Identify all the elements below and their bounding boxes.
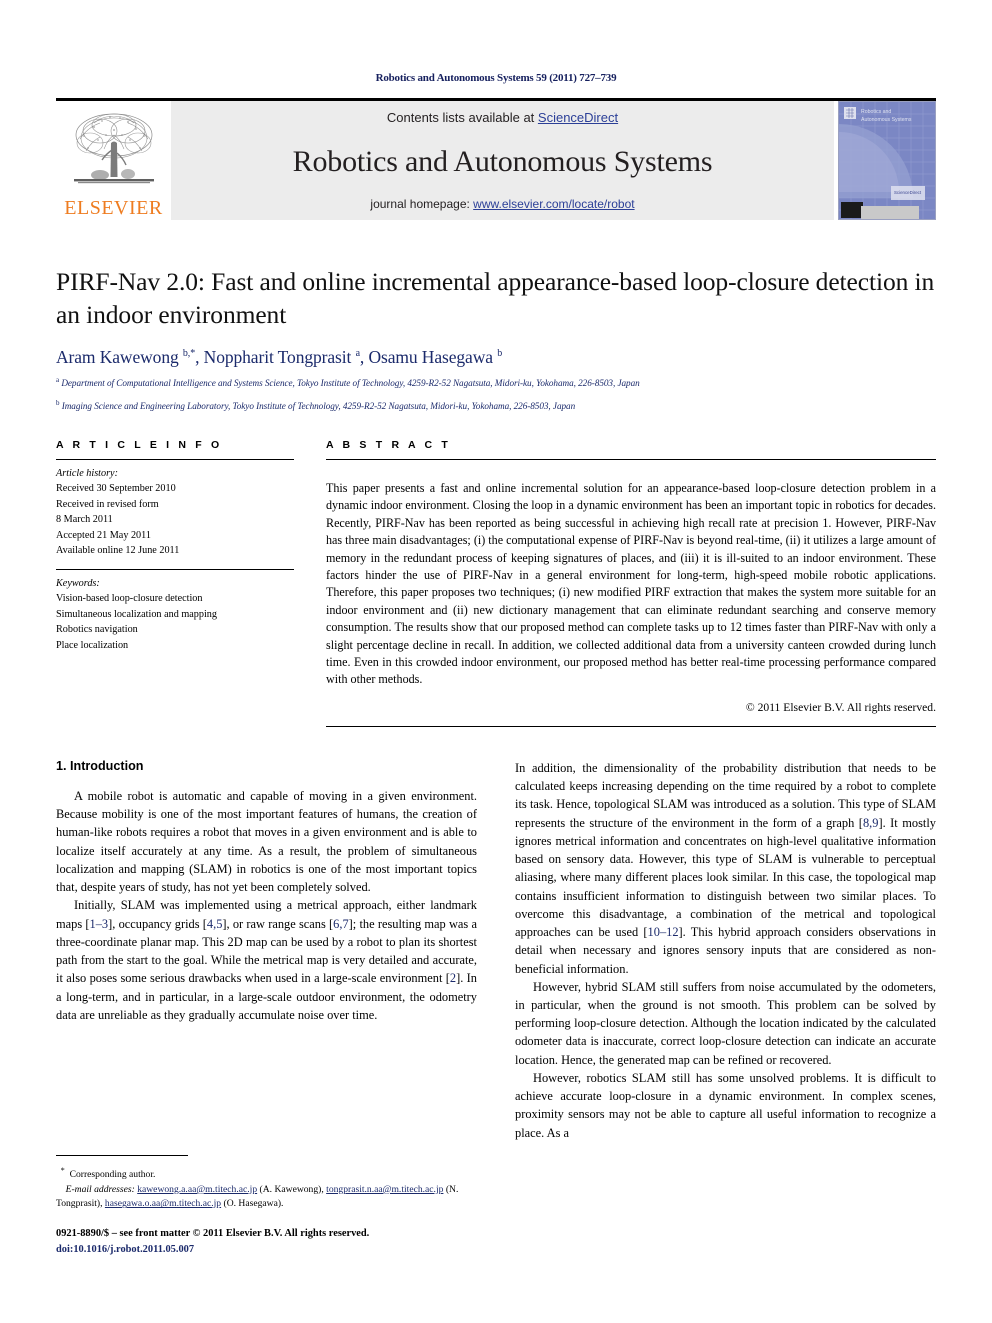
affiliation-marker-b: b — [56, 398, 60, 407]
body-column-right: In addition, the dimensionality of the p… — [515, 759, 936, 1142]
footnote-rule — [56, 1155, 188, 1156]
para-text: ], or raw range scans [ — [222, 916, 334, 931]
title-block: PIRF-Nav 2.0: Fast and online incrementa… — [56, 266, 936, 413]
body-columns: 1. Introduction A mobile robot is automa… — [56, 759, 936, 1142]
paragraph: Initially, SLAM was implemented using a … — [56, 896, 477, 1024]
para-text: ]. It mostly ignores metrical informatio… — [515, 815, 936, 940]
abstract-heading: A B S T R A C T — [326, 438, 451, 451]
paragraph: However, hybrid SLAM still suffers from … — [515, 979, 936, 1067]
affiliation-a-text: Department of Computational Intelligence… — [61, 378, 640, 389]
email-owner-3: (O. Hasegawa). — [223, 1198, 284, 1210]
running-head: Robotics and Autonomous Systems 59 (2011… — [375, 72, 617, 84]
keywords-block: Keywords: Vision-based loop-closure dete… — [56, 570, 294, 654]
citation-ref[interactable]: 10–12 — [648, 925, 679, 939]
article-info-heading: A R T I C L E I N F O — [56, 438, 223, 451]
footnote-block: * Corresponding author. E-mail addresses… — [56, 1155, 462, 1257]
issn-block: 0921-8890/$ – see front matter © 2011 El… — [56, 1226, 462, 1257]
svg-text:ScienceDirect: ScienceDirect — [894, 190, 922, 195]
citation-ref[interactable]: 6,7 — [333, 917, 349, 931]
paper-page: Robotics and Autonomous Systems 59 (2011… — [0, 0, 992, 1323]
article-history-label: Article history: — [56, 467, 118, 479]
svg-text:Autonomous Systems: Autonomous Systems — [861, 117, 912, 123]
abstract-rule — [326, 458, 936, 460]
history-item: 8 March 2011 — [56, 514, 113, 526]
keyword-item: Place localization — [56, 639, 129, 651]
abstract-bottom-rule — [326, 725, 936, 727]
body-column-left: 1. Introduction A mobile robot is automa… — [56, 759, 477, 1142]
journal-homepage-label: journal homepage: — [370, 197, 474, 211]
email-owner-1: (A. Kawewong), — [259, 1183, 324, 1195]
email-link-3[interactable]: hasegawa.o.aa@m.titech.ac.jp — [105, 1198, 221, 1209]
page-title: PIRF-Nav 2.0: Fast and online incrementa… — [56, 267, 935, 329]
elsevier-tree-icon — [64, 105, 164, 197]
history-item: Accepted 21 May 2011 — [56, 529, 151, 541]
masthead-center: Contents lists available at ScienceDirec… — [171, 101, 834, 220]
citation-ref[interactable]: 4,5 — [207, 917, 223, 931]
article-history: Article history: Received 30 September 2… — [56, 460, 294, 559]
elsevier-wordmark: ELSEVIER — [64, 197, 163, 219]
history-item: Received in revised form — [56, 498, 159, 510]
abstract-column: A B S T R A C T This paper presents a fa… — [326, 439, 936, 727]
para-text: ], occupancy grids [ — [108, 916, 207, 931]
paragraph: A mobile robot is automatic and capable … — [56, 788, 477, 895]
section-heading-introduction: 1. Introduction — [56, 758, 144, 773]
author-list: Aram Kawewong b,*, Noppharit Tongprasit … — [56, 347, 936, 368]
copyright-line: © 2011 Elsevier B.V. All rights reserved… — [745, 700, 936, 714]
keyword-item: Simultaneous localization and mapping — [56, 608, 217, 620]
email-addresses-label: E-mail addresses: — [65, 1183, 135, 1195]
history-item: Available online 12 June 2011 — [56, 545, 180, 557]
journal-cover-thumbnail: Robotics and Autonomous Systems ScienceD… — [838, 101, 936, 220]
authors-text: Aram Kawewong b,*, Noppharit Tongprasit … — [56, 347, 503, 368]
affiliation-b-text: Imaging Science and Engineering Laborato… — [61, 400, 576, 411]
corresponding-author-note: * Corresponding author. E-mail addresses… — [56, 1165, 462, 1212]
svg-text:Robotics and: Robotics and — [861, 109, 891, 115]
affiliation-a: a Department of Computational Intelligen… — [56, 375, 936, 390]
elsevier-logo: ELSEVIER — [56, 101, 171, 220]
affiliation-marker-a: a — [56, 376, 60, 385]
keyword-item: Robotics navigation — [56, 624, 138, 636]
paragraph: However, robotics SLAM still has some un… — [515, 1070, 936, 1140]
keyword-item: Vision-based loop-closure detection — [56, 593, 203, 605]
journal-homepage-line: journal homepage: www.elsevier.com/locat… — [370, 197, 634, 211]
article-info-column: A R T I C L E I N F O Article history: R… — [56, 439, 294, 727]
abstract-text: This paper presents a fast and online in… — [326, 480, 936, 687]
email-link-2[interactable]: tongprasit.n.aa@m.titech.ac.jp — [326, 1184, 443, 1195]
journal-masthead: ELSEVIER Contents lists available at Sci… — [56, 98, 936, 220]
issn-line: 0921-8890/$ – see front matter © 2011 El… — [56, 1227, 370, 1239]
contents-lists-line: Contents lists available at ScienceDirec… — [387, 110, 618, 125]
asterisk-marker: * — [60, 1166, 65, 1175]
journal-homepage-link[interactable]: www.elsevier.com/locate/robot — [473, 197, 634, 211]
sciencedirect-link[interactable]: ScienceDirect — [538, 110, 618, 125]
contents-lists-label: Contents lists available at — [386, 110, 538, 125]
paragraph: In addition, the dimensionality of the p… — [515, 759, 936, 978]
corresponding-author-text: Corresponding author. — [69, 1169, 156, 1181]
history-item: Received 30 September 2010 — [56, 483, 176, 495]
doi-line[interactable]: doi:10.1016/j.robot.2011.05.007 — [56, 1242, 462, 1258]
affiliation-b: b Imaging Science and Engineering Labora… — [56, 398, 936, 413]
keywords-label: Keywords: — [56, 577, 100, 589]
info-abstract-row: A R T I C L E I N F O Article history: R… — [56, 439, 936, 727]
citation-ref[interactable]: 8,9 — [863, 816, 879, 830]
journal-title: Robotics and Autonomous Systems — [292, 144, 713, 178]
email-link-1[interactable]: kawewong.a.aa@m.titech.ac.jp — [137, 1184, 257, 1195]
citation-ref[interactable]: 1–3 — [90, 917, 109, 931]
